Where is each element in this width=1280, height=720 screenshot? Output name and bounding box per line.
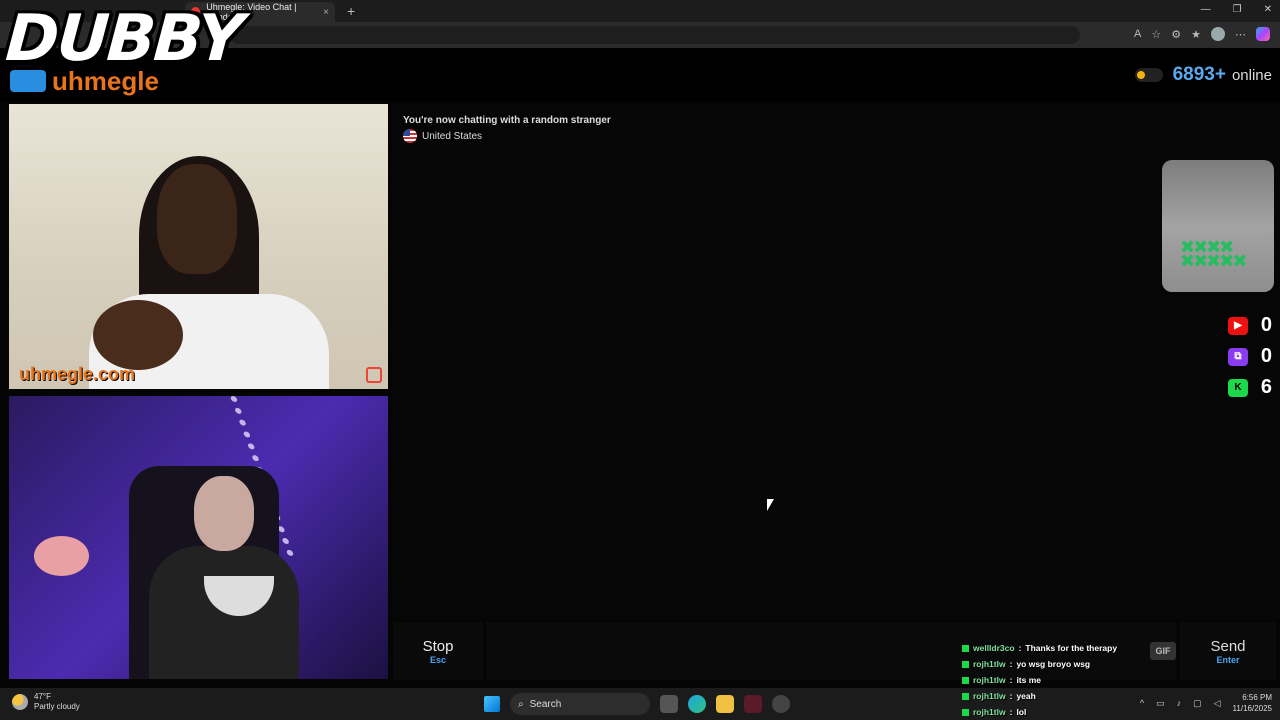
platform-counters: ▶ 0 ⧉ 0 K 6: [1228, 314, 1272, 399]
pink-hat: [34, 536, 89, 576]
partly-cloudy-icon: [12, 694, 28, 710]
chat-message: Thanks for the therapy: [1025, 643, 1118, 653]
system-tray: ^ ▭ ♪ ▢ ◁ 6:56 PM 11/16/2025: [1140, 692, 1272, 714]
youtube-counter: ▶ 0: [1228, 314, 1272, 337]
streamer-face: [194, 476, 254, 551]
edge-browser-icon[interactable]: [688, 695, 706, 713]
weather-widget[interactable]: 47°F Partly cloudy: [12, 692, 80, 712]
weather-desc: Partly cloudy: [34, 702, 80, 711]
chat-status-message: You're now chatting with a random strang…: [403, 115, 611, 126]
twitch-counter: ⧉ 0: [1228, 345, 1272, 368]
display-icon[interactable]: ▢: [1193, 698, 1202, 709]
send-shortcut-hint: Enter: [1216, 655, 1240, 665]
online-count: 6893+: [1172, 64, 1226, 85]
stranger-shoulder: [93, 300, 183, 370]
chat-message: lol: [1016, 707, 1027, 717]
stranger-video: uhmegle.com: [9, 104, 388, 389]
stream-chat-line: rojh1tlw: its me: [962, 672, 1152, 688]
video-watermark: uhmegle.com: [19, 364, 136, 384]
extensions-icon[interactable]: ⚙: [1171, 28, 1181, 41]
kick-badge-icon: [962, 676, 969, 684]
network-icon[interactable]: ▭: [1156, 698, 1165, 709]
url-field[interactable]: [230, 26, 1080, 44]
twitch-icon: ⧉: [1228, 347, 1248, 366]
twitch-count: 0: [1260, 345, 1272, 367]
stranger-country: United States: [403, 129, 482, 143]
window-controls: — ❐ ✕: [1201, 4, 1272, 15]
search-icon: ⌕: [518, 698, 524, 710]
kick-badge-icon: [962, 644, 969, 652]
tab-close-icon[interactable]: ×: [323, 7, 329, 18]
taskbar-apps: ⌕ Search: [484, 693, 790, 715]
chat-message: yo wsg broyo wsg: [1016, 659, 1091, 669]
minimize-button[interactable]: —: [1201, 4, 1211, 15]
mic-icon[interactable]: ♪: [1177, 698, 1182, 708]
country-name: United States: [422, 130, 483, 142]
chat-message: yeah: [1016, 691, 1036, 701]
system-clock[interactable]: 6:56 PM 11/16/2025: [1233, 692, 1272, 714]
tip-jar-widget: ✖✖✖✖ ✖✖✖✖✖: [1162, 160, 1274, 292]
close-window-button[interactable]: ✕: [1264, 4, 1272, 15]
send-label: Send: [1210, 638, 1246, 655]
clock-date: 11/16/2025: [1232, 704, 1272, 713]
kick-coins-icon: ✖✖✖✖ ✖✖✖✖✖: [1180, 237, 1247, 271]
search-label: Search: [529, 698, 562, 710]
mouse-cursor-icon: [767, 499, 774, 511]
favorite-star-icon[interactable]: ☆: [1151, 28, 1161, 41]
taskbar-search[interactable]: ⌕ Search: [510, 693, 650, 715]
gif-button[interactable]: GIF: [1150, 642, 1176, 660]
browser-toolbar-icons: A ☆ ⚙ ★ ⋯: [1134, 27, 1270, 41]
stream-chat-line: rojh1tlw: lol: [962, 704, 1152, 720]
send-button[interactable]: Send Enter: [1180, 622, 1276, 680]
kick-counter: K 6: [1228, 376, 1272, 399]
kick-badge-icon: [962, 692, 969, 700]
stop-shortcut-hint: Esc: [429, 655, 446, 665]
streamer-logo-overlay: DUBBY: [3, 2, 245, 76]
stream-chat-overlay: wellldr3co: Thanks for the therapy rojh1…: [962, 640, 1152, 720]
stop-label: Stop: [422, 638, 454, 655]
favorites-icon[interactable]: ★: [1191, 28, 1201, 41]
chat-log: You're now chatting with a random strang…: [393, 104, 1280, 619]
kick-icon: K: [1228, 378, 1248, 397]
windows-start-icon[interactable]: [484, 696, 500, 712]
theme-toggle[interactable]: [1134, 68, 1163, 82]
file-explorer-icon[interactable]: [716, 695, 734, 713]
copilot-icon[interactable]: [1256, 27, 1270, 41]
read-aloud-icon[interactable]: A: [1134, 28, 1141, 40]
self-video: [9, 396, 388, 679]
task-view-icon[interactable]: [660, 695, 678, 713]
stranger-face: [157, 164, 237, 274]
kick-badge-icon: [962, 660, 969, 668]
chat-username: rojh1tlw: [973, 707, 1006, 717]
chat-username: rojh1tlw: [973, 659, 1006, 669]
youtube-icon: ▶: [1228, 316, 1248, 335]
chat-message: its me: [1016, 675, 1042, 685]
stream-chat-line: wellldr3co: Thanks for the therapy: [962, 640, 1152, 656]
profile-avatar-icon[interactable]: [1211, 27, 1225, 41]
app-icon[interactable]: [744, 695, 762, 713]
obs-icon[interactable]: [772, 695, 790, 713]
more-menu-icon[interactable]: ⋯: [1235, 28, 1246, 41]
chat-username: wellldr3co: [973, 643, 1015, 653]
report-flag-icon[interactable]: [366, 367, 382, 383]
stream-chat-line: rojh1tlw: yo wsg broyo wsg: [962, 656, 1152, 672]
maximize-button[interactable]: ❐: [1233, 4, 1242, 15]
online-label: online: [1231, 66, 1272, 84]
youtube-count: 0: [1260, 314, 1272, 336]
stream-chat-line: rojh1tlw: yeah: [962, 688, 1152, 704]
weather-temp: 47°F: [34, 692, 51, 701]
screen: Uhmegle: Video Chat | Rando × + — ❐ ✕ A …: [0, 0, 1280, 720]
clock-time: 6:56 PM: [1242, 693, 1272, 702]
online-indicator: 6893+ online: [1134, 64, 1272, 86]
volume-icon[interactable]: ◁: [1214, 698, 1221, 709]
kick-count: 6: [1260, 376, 1272, 398]
kick-badge-icon: [962, 708, 969, 716]
chat-username: rojh1tlw: [973, 675, 1006, 685]
us-flag-icon: [403, 129, 417, 143]
chat-username: rojh1tlw: [973, 691, 1006, 701]
stop-button[interactable]: Stop Esc: [393, 622, 483, 680]
new-tab-button[interactable]: +: [347, 3, 355, 19]
